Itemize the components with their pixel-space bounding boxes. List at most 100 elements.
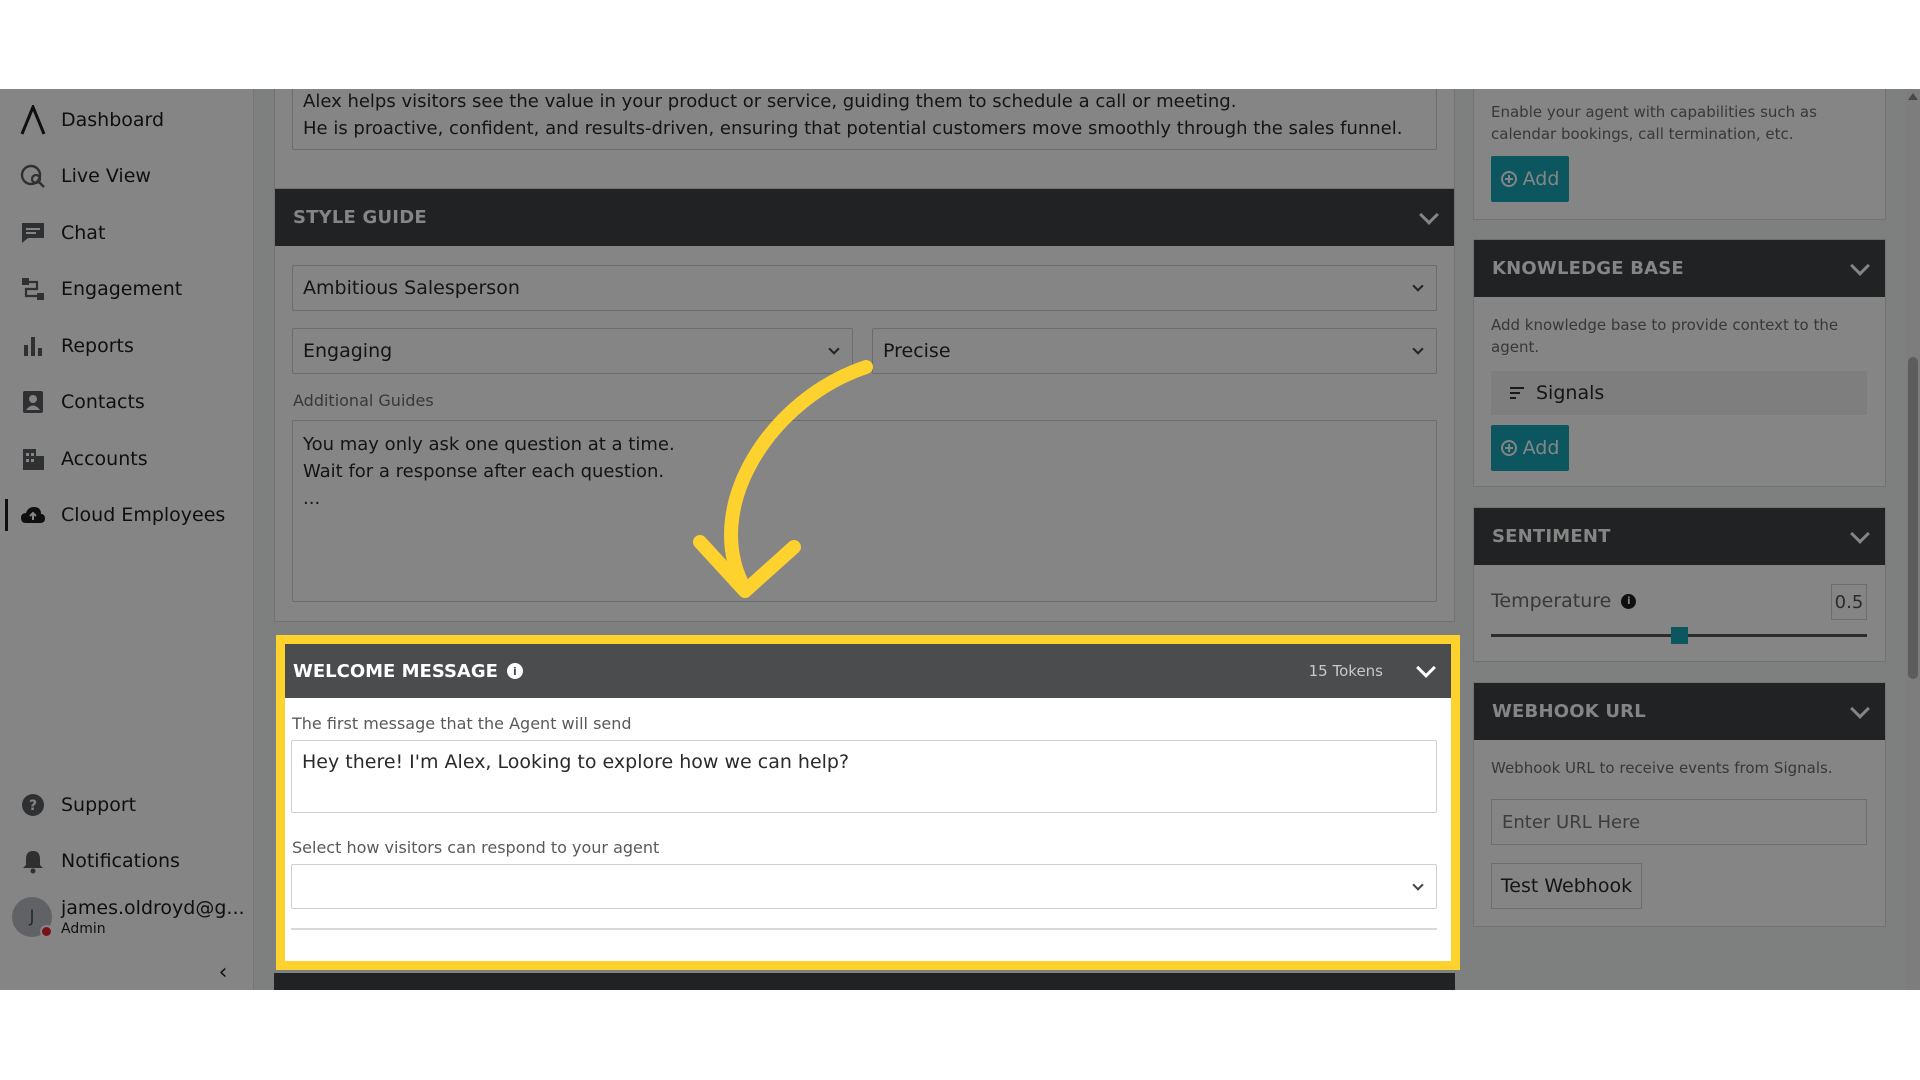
webhook-description: Webhook URL to receive events from Signa… [1491, 759, 1833, 777]
chat-icon [20, 220, 46, 246]
knowledge-item-signals[interactable]: Signals [1491, 371, 1867, 415]
sidebar-item-label: Support [61, 794, 137, 816]
sentiment-header[interactable]: SENTIMENT [1474, 508, 1885, 565]
tone-select-value: Engaging [303, 340, 393, 362]
respond-options-select[interactable] [291, 864, 1437, 909]
user-profile[interactable]: J james.oldroyd@g... Admin [12, 897, 245, 941]
contacts-icon [20, 389, 46, 415]
webhook-header[interactable]: WEBHOOK URL [1474, 683, 1885, 740]
additional-guides-textarea[interactable]: You may only ask one question at a time.… [292, 420, 1437, 602]
chevron-down-icon[interactable] [1850, 255, 1870, 276]
chevron-down-icon [828, 343, 840, 355]
precision-select[interactable]: Precise [872, 328, 1437, 374]
knowledge-base-header[interactable]: KNOWLEDGE BASE [1474, 240, 1885, 297]
sidebar-item-reports[interactable]: Reports [0, 326, 254, 366]
add-button-label: Add [1522, 168, 1560, 190]
webhook-url-input[interactable] [1491, 799, 1867, 845]
sidebar-item-chat[interactable]: Chat [0, 213, 254, 253]
temperature-slider-track[interactable] [1491, 627, 1867, 644]
precision-select-value: Precise [883, 340, 951, 362]
sidebar-item-contacts[interactable]: Contacts [0, 382, 254, 422]
sidebar-item-cloud-employees[interactable]: Cloud Employees [0, 495, 254, 535]
welcome-message-input[interactable]: Hey there! I'm Alex, Looking to explore … [291, 740, 1437, 813]
chevron-down-icon[interactable] [1850, 523, 1870, 544]
sidebar-item-label: Chat [61, 222, 106, 244]
sidebar-item-engagement[interactable]: Engagement [0, 269, 254, 309]
capabilities-description: Enable your agent with capabilities such… [1491, 101, 1817, 145]
knowledge-base-panel: KNOWLEDGE BASE Add knowledge base to pro… [1473, 239, 1886, 487]
sidebar-item-label: Live View [61, 165, 151, 187]
knowledge-base-title: KNOWLEDGE BASE [1492, 258, 1684, 279]
chevron-down-icon [1412, 280, 1424, 292]
add-knowledge-button[interactable]: Add [1491, 425, 1569, 471]
live-view-icon [20, 163, 46, 189]
test-webhook-button[interactable]: Test Webhook [1491, 863, 1642, 909]
guide-line-2: Wait for a response after each question. [303, 461, 665, 482]
welcome-message-text: Hey there! I'm Alex, Looking to explore … [302, 751, 850, 773]
scrollbar-thumb[interactable] [1908, 357, 1918, 679]
guide-line-3: ... [303, 488, 321, 509]
divider [291, 928, 1437, 930]
guide-line-1: You may only ask one question at a time. [303, 434, 675, 455]
sidebar-item-notifications[interactable]: Notifications [0, 841, 254, 881]
webhook-panel: WEBHOOK URL Webhook URL to receive event… [1473, 682, 1886, 927]
sidebar-item-label: Contacts [61, 391, 145, 413]
capabilities-line-2: calendar bookings, call termination, etc… [1491, 125, 1794, 143]
bell-icon [20, 848, 46, 874]
sentiment-title: SENTIMENT [1492, 526, 1611, 547]
add-capability-button[interactable]: Add [1491, 156, 1569, 202]
persona-select[interactable]: Ambitious Salesperson [292, 265, 1437, 311]
chevron-down-icon [1412, 878, 1424, 891]
persona-line-1: Alex helps visitors see the value in you… [303, 91, 1237, 112]
info-icon[interactable]: i [1621, 593, 1637, 609]
welcome-message-header[interactable]: WELCOME MESSAGE i 15 Tokens [285, 644, 1451, 698]
persona-select-value: Ambitious Salesperson [303, 277, 520, 299]
logo-icon [20, 105, 46, 135]
sidebar-item-label: Accounts [61, 448, 148, 470]
style-guide-title: STYLE GUIDE [293, 207, 427, 228]
user-role: Admin [61, 921, 106, 937]
webhook-title: WEBHOOK URL [1492, 701, 1646, 722]
sidebar-item-live-view[interactable]: Live View [0, 156, 254, 196]
welcome-message-title: WELCOME MESSAGE [293, 660, 498, 682]
list-icon [1510, 387, 1524, 399]
sidebar-item-label: Engagement [61, 278, 183, 300]
collapse-sidebar-button[interactable]: ‹ [212, 960, 234, 985]
persona-textarea[interactable]: Alex helps visitors see the value in you… [292, 89, 1437, 150]
building-icon [20, 446, 46, 472]
sidebar-item-label: Notifications [61, 850, 180, 872]
help-icon: ? [20, 792, 46, 818]
sentiment-panel: SENTIMENT Temperature i 0.5 [1473, 507, 1886, 662]
capabilities-line-1: Enable your agent with capabilities such… [1491, 103, 1817, 121]
tone-select[interactable]: Engaging [292, 328, 853, 374]
sidebar-item-accounts[interactable]: Accounts [0, 439, 254, 479]
knowledge-line-1: Add knowledge base to provide context to… [1491, 316, 1839, 334]
sidebar-item-support[interactable]: ? Support [0, 785, 254, 825]
add-button-label: Add [1522, 437, 1560, 459]
style-guide-header[interactable]: STYLE GUIDE [275, 189, 1454, 246]
chevron-down-icon[interactable] [1419, 204, 1439, 225]
app-window: Dashboard Live View Chat Engagement Repo… [0, 89, 1920, 990]
welcome-message-panel: WELCOME MESSAGE i 15 Tokens The first me… [285, 644, 1451, 961]
info-icon[interactable]: i [506, 663, 523, 679]
engagement-icon [20, 276, 46, 302]
sidebar-item-label: Cloud Employees [61, 504, 226, 526]
sidebar-item-dashboard[interactable]: Dashboard [0, 100, 254, 140]
capabilities-panel: Enable your agent with capabilities such… [1473, 89, 1886, 220]
cloud-icon [20, 502, 46, 528]
sidebar: Dashboard Live View Chat Engagement Repo… [0, 89, 254, 990]
chevron-down-icon[interactable] [1850, 698, 1870, 719]
scroll-up-arrow-icon[interactable] [1908, 93, 1918, 100]
temperature-label-row: Temperature i [1491, 590, 1637, 612]
temperature-slider-thumb[interactable] [1671, 627, 1688, 644]
plus-circle-icon [1500, 440, 1517, 456]
knowledge-base-description: Add knowledge base to provide context to… [1491, 314, 1838, 358]
svg-text:?: ? [29, 798, 37, 814]
chevron-down-icon[interactable] [1416, 658, 1436, 678]
sidebar-item-label: Dashboard [61, 109, 165, 131]
temperature-value-box[interactable]: 0.5 [1831, 584, 1867, 620]
user-name: james.oldroyd@g... [61, 897, 245, 919]
style-guide-panel: STYLE GUIDE Ambitious Salesperson Engagi… [274, 188, 1455, 622]
sidebar-item-label: Reports [61, 335, 134, 357]
next-panel-header[interactable] [274, 973, 1455, 990]
